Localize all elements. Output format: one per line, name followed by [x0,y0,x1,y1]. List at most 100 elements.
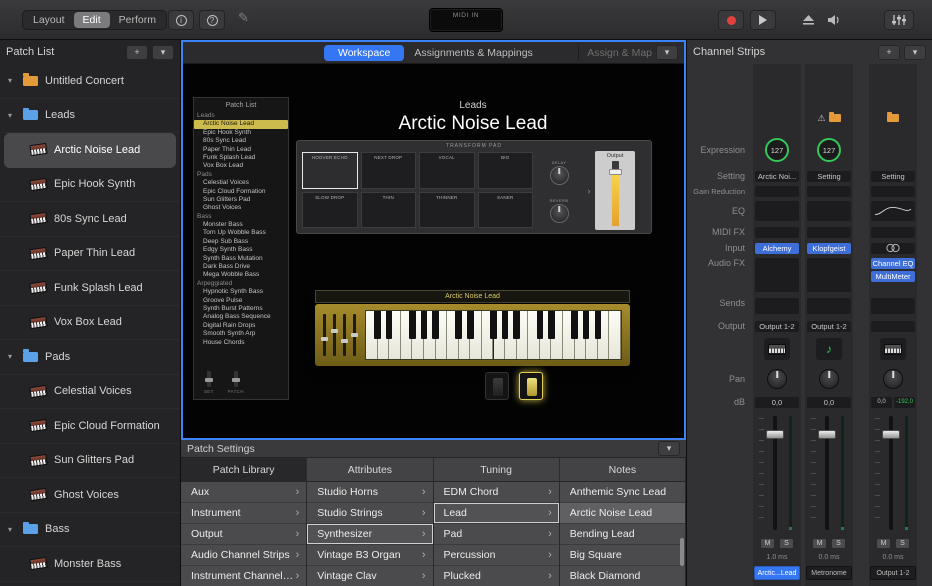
setting-field[interactable]: Arctic Noi... [755,171,799,182]
onscreen-keyboard[interactable] [315,304,630,366]
transform-pad-cell[interactable]: BIG [478,152,534,189]
record-button[interactable] [718,10,744,30]
channel-icon[interactable] [880,338,906,360]
eq-thumbnail[interactable] [871,201,915,221]
channel-strip-arctic-noise-lead[interactable]: 127 Arctic Noi... Alchemy Output 1-2 0,0… [753,64,801,586]
play-button[interactable] [750,10,776,30]
peak-value[interactable]: -192,0 [894,397,915,408]
chevron-right-icon[interactable]: › [583,149,595,233]
chevron-down-icon[interactable]: ▾ [8,76,16,85]
channel-name[interactable]: Output 1-2 [870,566,916,580]
patch-list-item[interactable]: ▾ Funk Splash Lead [0,271,180,306]
mini-patch-item[interactable]: Pads [194,171,288,179]
help-button[interactable]: ? [199,10,225,30]
patch-settings-tab[interactable]: Patch Library [181,458,307,482]
channel-name[interactable]: Arctic...Lead [754,566,800,580]
set-level-fader[interactable]: SET [204,371,214,394]
mode-segmented-control[interactable]: Layout Edit Perform [22,10,167,30]
add-channel-strip-button[interactable]: + [878,45,900,60]
mode-button[interactable]: Edit [74,12,110,28]
sustain-pedal[interactable] [485,372,509,400]
patch-list-item[interactable]: ▾ Monster Bass [0,547,180,582]
patch-list-action-menu[interactable]: ▾ [152,45,174,60]
solo-button[interactable]: S [895,538,910,549]
patch-library-item[interactable]: Instrument Channel… › [181,566,306,586]
patch-list-item[interactable]: ▾ Epic Cloud Formation [0,409,180,444]
patch-list-item[interactable]: ▾ Paper Thin Lead [0,237,180,272]
expression-knob[interactable]: 127 [765,138,789,162]
keyboard-mini-fader[interactable] [343,314,346,356]
transform-pad-cell[interactable]: SLOW DROP [302,192,358,229]
mini-patch-item[interactable]: House Chords [194,339,288,347]
chevron-down-icon[interactable]: ▾ [8,352,16,361]
mini-patch-item[interactable]: Smooth Synth Arp [194,330,288,338]
patch-settings-tab[interactable]: Tuning [434,458,560,482]
expression-knob[interactable]: 127 [817,138,841,162]
channel-name[interactable]: Metronome [806,566,852,580]
mute-button[interactable]: M [760,538,775,549]
mode-button[interactable]: Layout [24,12,74,28]
patch-library-item[interactable]: Studio Horns › [307,482,432,503]
channel-strip-output[interactable]: Setting Channel EQ MultiMeter [869,64,917,586]
audio-fx-plugin[interactable]: Channel EQ [871,258,915,269]
patch-list-item[interactable]: ▾ Vox Box Lead [0,306,180,341]
transform-pad-cell[interactable]: NEXT DROP [361,152,417,189]
patch-library-item[interactable]: Aux › [181,482,306,503]
output-fader-module[interactable]: Output [595,151,635,230]
pan-knob[interactable] [883,369,903,389]
tab-assignments-mappings[interactable]: Assignments & Mappings [414,47,532,59]
channel-icon[interactable] [764,338,790,360]
patch-settings-tab[interactable]: Notes [560,458,686,482]
channel-icon[interactable]: ♪ [816,338,842,360]
mini-patch-item[interactable]: Funk Splash Lead [194,154,288,162]
transform-pad-cell[interactable]: SANER [478,192,534,229]
mini-patch-item[interactable]: Bass [194,213,288,221]
patch-library-item[interactable]: Audio Channel Strips › [181,545,306,566]
eq-thumbnail[interactable] [755,201,799,221]
setting-field[interactable]: Setting [871,171,915,182]
sends-slot[interactable] [755,298,799,314]
mixer-button[interactable] [884,10,914,30]
mini-patch-item[interactable]: Synth Burst Patterns [194,305,288,313]
audio-fx-slot[interactable] [755,258,799,292]
mini-patch-item[interactable]: Sun Glitters Pad [194,196,288,204]
mini-patch-item[interactable]: Synth Bass Mutation [194,255,288,263]
patch-level-fader[interactable]: PATCH [228,371,244,394]
mini-patch-item[interactable]: Groove Pulse [194,297,288,305]
sends-slot[interactable] [807,298,851,314]
master-eject-icon[interactable] [798,10,818,30]
transform-pad-cell[interactable]: THINNER [419,192,475,229]
db-value[interactable]: 0,0 [755,397,799,408]
patch-list-item[interactable]: ▾ Sun Glitters Pad [0,444,180,479]
keyboard-mini-fader[interactable] [323,314,326,356]
mini-patch-item[interactable]: Torn Up Wobble Bass [194,229,288,237]
patch-library-item[interactable]: Anthemic Sync Lead › [560,482,685,503]
chevron-down-icon[interactable]: ▾ [8,111,16,120]
patch-library-item[interactable]: Big Square › [560,545,685,566]
workspace-action-menu[interactable]: ▾ [656,45,678,60]
db-value[interactable]: 0,0 [871,397,892,408]
mini-patch-item[interactable]: Arpeggiated [194,280,288,288]
piano-keys[interactable] [365,310,622,360]
workspace-canvas[interactable]: Leads Arctic Noise Lead Patch List Leads… [183,64,684,438]
solo-button[interactable]: S [831,538,846,549]
transform-pad-panel[interactable]: TRANSFORM PAD HOOVER ECHO NEXT DROP VOCA… [296,140,652,234]
mini-patch-item[interactable]: Vox Box Lead [194,162,288,170]
patch-settings-tab[interactable]: Attributes [307,458,433,482]
patch-library-item[interactable]: Output › [181,524,306,545]
mini-patch-item[interactable]: Mega Wobble Bass [194,271,288,279]
patch-list-item[interactable]: ▾ Pads [0,340,180,375]
volume-fader[interactable] [869,410,917,536]
mute-button[interactable]: M [876,538,891,549]
midi-fx-slot[interactable] [807,227,851,238]
mini-patch-item[interactable]: Leads [194,112,288,120]
expression-pedal[interactable] [519,372,543,400]
patch-library-item[interactable]: EDM Chord › [434,482,559,503]
patch-library-item[interactable]: Lead › [434,503,559,524]
input-plugin[interactable]: Alchemy [755,243,799,254]
solo-button[interactable]: S [779,538,794,549]
library-scrollbar[interactable] [680,538,684,566]
master-volume-icon[interactable] [824,10,844,30]
channel-strips-action-menu[interactable]: ▾ [904,45,926,60]
input-plugin[interactable]: Klopfgeist [807,243,851,254]
